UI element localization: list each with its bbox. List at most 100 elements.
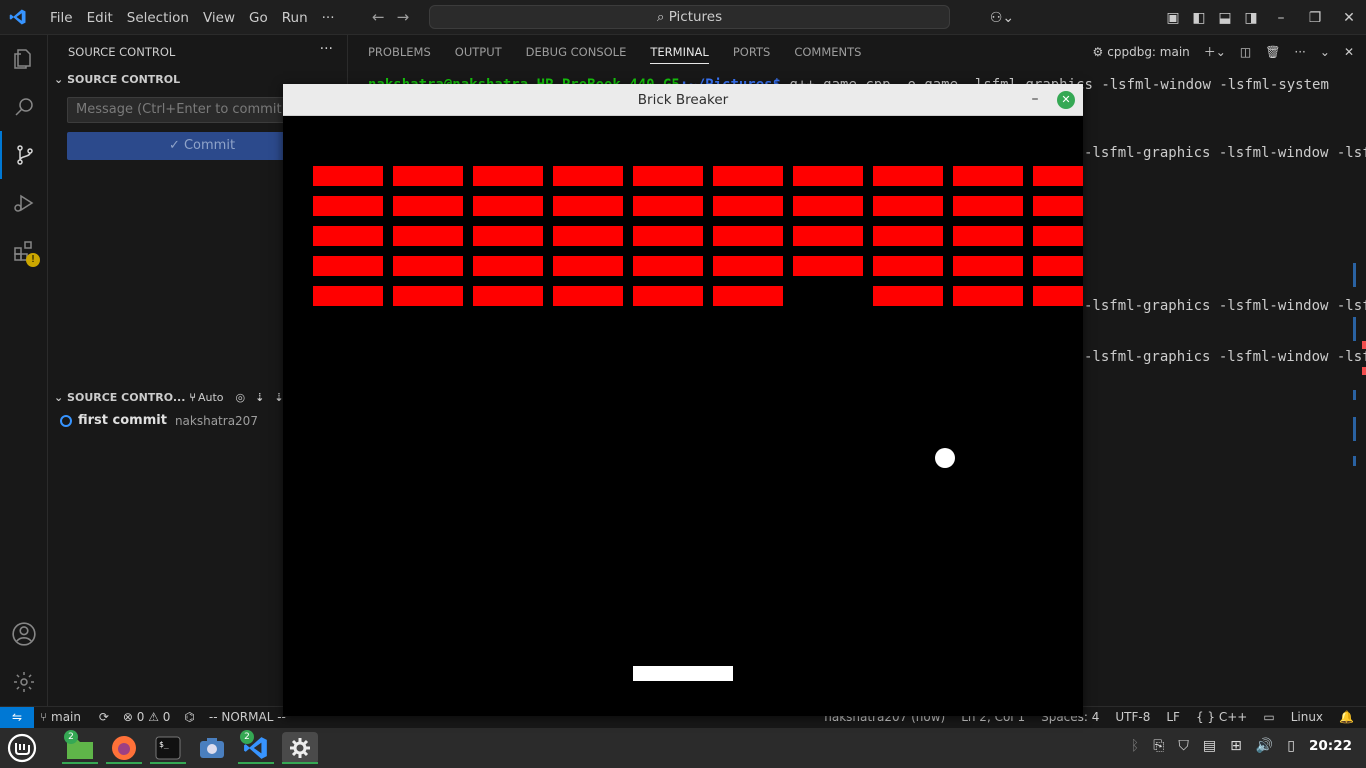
brick bbox=[873, 166, 943, 186]
split-terminal-icon[interactable]: ◫ bbox=[1240, 45, 1251, 59]
toggle-sidebar-icon[interactable]: ◧ bbox=[1186, 10, 1212, 26]
target-icon[interactable]: ◎ bbox=[236, 391, 246, 404]
accounts-icon[interactable] bbox=[0, 610, 48, 658]
branch-status[interactable]: ⑂ main ⟳ bbox=[40, 710, 109, 724]
vscode-logo-icon[interactable] bbox=[9, 8, 27, 26]
command-center-search[interactable]: ⌕ Pictures bbox=[429, 5, 950, 29]
chevron-down-icon: ⌄ bbox=[54, 391, 68, 404]
graph-commit-row[interactable]: first commit nakshatra207 bbox=[60, 413, 258, 428]
scrollbar-marker bbox=[1353, 417, 1356, 441]
terminal-app-icon[interactable]: $_ bbox=[150, 732, 186, 764]
settings-gear-icon[interactable] bbox=[0, 658, 48, 706]
menu-file[interactable]: File bbox=[43, 10, 80, 26]
game-canvas[interactable] bbox=[283, 116, 1083, 716]
brick bbox=[793, 256, 863, 276]
firefox-icon[interactable] bbox=[106, 732, 142, 764]
error-marker bbox=[1362, 341, 1366, 349]
network-icon[interactable]: ⊞ bbox=[1230, 738, 1242, 754]
encoding[interactable]: UTF-8 bbox=[1115, 710, 1150, 724]
terminal-icon[interactable]: ▭ bbox=[1263, 710, 1274, 724]
bluetooth-icon[interactable]: ᛒ bbox=[1131, 738, 1139, 754]
brick bbox=[1033, 286, 1083, 306]
debug-config-label[interactable]: cppdbg: main bbox=[1107, 45, 1190, 59]
notifications-bell-icon[interactable]: 🔔 bbox=[1339, 710, 1354, 724]
activity-bar: ! bbox=[0, 35, 48, 706]
menu-more[interactable]: ··· bbox=[315, 10, 342, 26]
more-actions-icon[interactable]: ··· bbox=[1294, 45, 1305, 59]
fetch-icon[interactable]: ⇣ bbox=[255, 391, 264, 404]
language-mode[interactable]: { } C++ bbox=[1196, 710, 1247, 724]
brick bbox=[873, 226, 943, 246]
menu-edit[interactable]: Edit bbox=[80, 10, 120, 26]
brick bbox=[473, 256, 543, 276]
tab-ports[interactable]: PORTS bbox=[733, 45, 770, 64]
menu-view[interactable]: View bbox=[196, 10, 242, 26]
vscode-app-icon[interactable]: 2 bbox=[238, 730, 274, 764]
remote-indicator-icon[interactable]: ⇋ bbox=[0, 707, 34, 729]
game-app-icon[interactable] bbox=[282, 732, 318, 764]
toggle-secondary-sidebar-icon[interactable]: ◨ bbox=[1238, 10, 1264, 26]
toggle-panel-icon[interactable]: ⬓ bbox=[1212, 10, 1238, 26]
minimize-icon[interactable]: – bbox=[1025, 89, 1045, 109]
close-icon[interactable]: ✕ bbox=[1057, 91, 1075, 109]
warning-badge-icon: ! bbox=[26, 253, 40, 267]
terminal-line-partial: -lsfml-graphics -lsfml-window -lsf bbox=[1084, 349, 1366, 365]
auto-label[interactable]: Auto bbox=[198, 391, 224, 404]
window-controls: – ❐ ✕ bbox=[1264, 10, 1366, 26]
brick bbox=[713, 226, 783, 246]
source-control-icon[interactable] bbox=[0, 131, 48, 179]
commit-author: nakshatra207 bbox=[174, 413, 258, 428]
menu-selection[interactable]: Selection bbox=[120, 10, 196, 26]
tab-problems[interactable]: PROBLEMS bbox=[368, 45, 431, 64]
more-actions-icon[interactable]: ··· bbox=[320, 41, 333, 57]
back-arrow-icon[interactable]: ← bbox=[372, 8, 385, 26]
platform[interactable]: Linux bbox=[1291, 710, 1323, 724]
kill-terminal-icon[interactable]: 🗑 bbox=[1265, 45, 1280, 59]
clock[interactable]: 20:22 bbox=[1309, 738, 1352, 754]
restore-icon[interactable]: ❐ bbox=[1298, 10, 1332, 26]
running-indicator bbox=[150, 762, 186, 764]
clipboard-icon[interactable]: ⎘ bbox=[1153, 738, 1164, 754]
new-terminal-icon[interactable]: ＋⌄ bbox=[1204, 43, 1226, 60]
brick bbox=[633, 286, 703, 306]
system-tray: ᛒ ⎘ ⛉ ▤ ⊞ 🔊 ▯ 20:22 bbox=[1117, 738, 1352, 754]
tab-output[interactable]: OUTPUT bbox=[455, 45, 502, 64]
scrollbar-marker bbox=[1353, 317, 1356, 341]
volume-icon[interactable]: 🔊 bbox=[1256, 738, 1273, 754]
chevron-down-icon[interactable]: ⌄ bbox=[1320, 45, 1330, 59]
close-panel-icon[interactable]: ✕ bbox=[1344, 45, 1354, 59]
minimize-icon[interactable]: – bbox=[1264, 10, 1298, 26]
copilot-icon[interactable]: ⚇⌄ bbox=[984, 10, 1020, 26]
game-window-title[interactable]: Brick Breaker – ✕ bbox=[283, 84, 1083, 116]
run-debug-icon[interactable] bbox=[0, 179, 48, 227]
forward-arrow-icon[interactable]: → bbox=[397, 8, 410, 26]
brick bbox=[473, 286, 543, 306]
notes-icon[interactable]: ▤ bbox=[1203, 738, 1216, 754]
section-label: SOURCE CONTROL bbox=[67, 73, 181, 86]
customize-layout-icon[interactable]: ▣ bbox=[1160, 10, 1186, 26]
tab-terminal[interactable]: TERMINAL bbox=[650, 45, 709, 64]
brick bbox=[473, 226, 543, 246]
screenshot-app-icon[interactable] bbox=[194, 732, 230, 764]
tab-debug-console[interactable]: DEBUG CONSOLE bbox=[526, 45, 627, 64]
explorer-icon[interactable] bbox=[0, 35, 48, 83]
paddle[interactable] bbox=[633, 666, 733, 681]
ports-icon[interactable]: ⌬ bbox=[184, 710, 194, 724]
graph-section-label: SOURCE CONTRO... bbox=[67, 391, 186, 404]
battery-icon[interactable]: ▯ bbox=[1287, 738, 1295, 754]
tab-comments[interactable]: COMMENTS bbox=[794, 45, 861, 64]
brick bbox=[553, 166, 623, 186]
nav-arrows: ← → bbox=[372, 8, 421, 26]
extensions-icon[interactable]: ! bbox=[0, 227, 48, 275]
problems-status[interactable]: ⊗ 0 ⚠ 0 bbox=[123, 710, 171, 724]
close-icon[interactable]: ✕ bbox=[1332, 10, 1366, 26]
menu-go[interactable]: Go bbox=[242, 10, 275, 26]
menu-run[interactable]: Run bbox=[275, 10, 315, 26]
source-control-section-header[interactable]: ⌄ SOURCE CONTROL bbox=[54, 73, 180, 86]
end-of-line[interactable]: LF bbox=[1166, 710, 1180, 724]
shield-icon[interactable]: ⛉ bbox=[1178, 738, 1189, 754]
files-app-icon[interactable]: 2 bbox=[62, 730, 98, 764]
mint-menu-icon[interactable] bbox=[4, 732, 40, 764]
search-icon[interactable] bbox=[0, 83, 48, 131]
svg-text:$_: $_ bbox=[159, 740, 169, 749]
